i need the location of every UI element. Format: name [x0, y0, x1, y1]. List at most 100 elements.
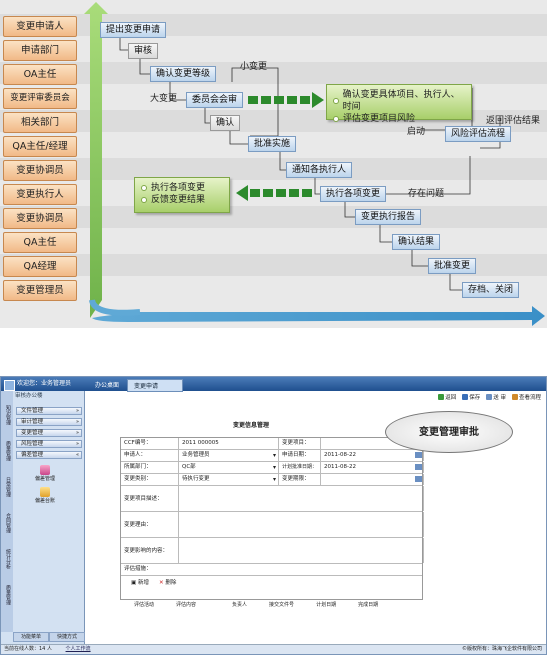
deviation-manage-shortcut[interactable]: 偏差管理 — [35, 465, 55, 482]
copyright: ©版权所有：珠海飞企软件有限公司 — [461, 646, 542, 652]
calendar-icon[interactable] — [415, 476, 422, 482]
calendar-icon[interactable] — [415, 452, 422, 458]
step-execution-report: 变更执行报告 — [355, 209, 422, 225]
vtab[interactable]: 统计分析 — [2, 549, 12, 569]
field-label: 变更影响的内容： — [121, 538, 179, 563]
grid-col: 评估活动 — [134, 602, 155, 608]
grid-col: 负责人 — [232, 602, 248, 608]
delete-icon: ✕ — [159, 580, 164, 586]
menu-change[interactable]: 变更管理 » — [16, 429, 82, 437]
vtab[interactable]: 日常管理 — [2, 477, 12, 497]
chevron-icon: » — [75, 408, 79, 414]
submit-review-button[interactable]: 送 审 — [486, 393, 506, 401]
menu-label: 风险管理 — [21, 441, 44, 447]
workflow-link[interactable]: 个人工作流 — [66, 646, 91, 652]
status-bar: 当前在线人数：14 人 个人工作流 ©版权所有：珠海飞企软件有限公司 — [1, 644, 546, 654]
form-row: CCF编号： 2011 000005 变更项目： — [121, 438, 424, 450]
back-button[interactable]: 返回 — [438, 393, 456, 401]
box-line: 执行各项变更 — [151, 183, 206, 193]
chevron-icon: » — [75, 419, 79, 425]
menu-label: 审计管理 — [21, 419, 44, 425]
save-button[interactable]: 保存 — [462, 393, 480, 401]
box-line: 确认变更具体项目、执行人、时间 — [342, 90, 460, 112]
grid-col: 完成日期 — [358, 602, 379, 608]
step-committee-review: 委员会会审 — [186, 92, 244, 108]
grid-toolbar: ▣ 新增 ✕ 删除 — [121, 576, 422, 588]
tab-desktop[interactable]: 办公桌面 — [89, 379, 125, 392]
label-return-result: 返回评估结果 — [486, 116, 541, 126]
plan-date-input[interactable]: 2011-08-22 — [321, 462, 424, 473]
menu-risk[interactable]: 风险管理 » — [16, 440, 82, 448]
execute-feedback-box: 执行各项变更 反馈变更结果 — [134, 177, 230, 213]
grid-col: 计划日期 — [316, 602, 337, 608]
form-row: 变更类别： 待执行变更 变更期限： — [121, 474, 424, 486]
calendar-icon[interactable] — [415, 464, 422, 470]
menu-label: 文件管理 — [21, 408, 44, 414]
impact-textarea[interactable] — [179, 538, 424, 563]
form-row: 申请人： 业务管理员 申请日期： 2011-08-22 — [121, 450, 424, 462]
change-info-form: CCF编号： 2011 000005 变更项目： 申请人： 业务管理员 申请日期… — [120, 437, 424, 600]
delete-button[interactable]: ✕ 删除 — [159, 578, 176, 586]
menu-audit[interactable]: 审计管理 » — [16, 418, 82, 426]
tab-shortcuts[interactable]: 快捷方式 — [49, 632, 85, 642]
label-minor-change: 小变更 — [240, 62, 268, 72]
label-start: 启动 — [407, 127, 426, 137]
tab-bar: 办公桌面 变更申请 — [89, 379, 184, 392]
user-icon — [4, 380, 15, 391]
field-label: CCF编号： — [121, 438, 179, 449]
menu-file[interactable]: 文件管理 » — [16, 407, 82, 415]
tab-change-request[interactable]: 变更申请 — [127, 379, 184, 392]
menu-label: 变更管理 — [21, 430, 44, 436]
menu-deviation[interactable]: 偏差管理 « — [16, 451, 82, 459]
deviation-icon — [40, 465, 50, 475]
bottom-tabs: 功能菜单 快捷方式 — [13, 632, 85, 642]
online-count: 当前在线人数：14 人 — [4, 646, 52, 652]
add-button[interactable]: ▣ 新增 — [131, 578, 149, 586]
apply-date-input[interactable]: 2011-08-22 — [321, 450, 424, 461]
vtab[interactable]: 质量管理 — [2, 441, 12, 461]
view-flow-button[interactable]: 查看流程 — [511, 393, 541, 401]
bullet-icon — [141, 185, 147, 191]
tab-function-menu[interactable]: 功能菜单 — [13, 632, 49, 642]
bullet-icon — [141, 197, 147, 203]
form-row: 所属部门： QC部 计划批准日期： 2011-08-22 — [121, 462, 424, 474]
field-label: 变更项目： — [279, 438, 321, 449]
label-issue: 存在问题 — [408, 189, 445, 199]
field-label: 申请日期： — [279, 450, 321, 461]
field-label: 变更理由： — [121, 512, 179, 537]
step-submit-request: 提出变更申请 — [100, 22, 167, 38]
ccf-input[interactable]: 2011 000005 — [179, 438, 279, 449]
applicant-select[interactable]: 业务管理员 — [179, 450, 279, 461]
back-icon — [438, 394, 445, 400]
form-title: 变更信息管理 — [233, 422, 270, 429]
connector-lines — [84, 2, 545, 326]
field-label: 申请人： — [121, 450, 179, 461]
chevron-icon: » — [75, 441, 79, 447]
form-row: 变更理由： — [121, 512, 424, 538]
field-label: 变更项目描述： — [121, 486, 179, 511]
vtab[interactable]: 合同管理 — [2, 513, 12, 533]
user-line: 欢迎您：业务管理员 — [17, 380, 72, 387]
vtab[interactable]: 知识管理 — [2, 405, 12, 425]
description-textarea[interactable] — [179, 486, 424, 511]
toolbar: 返回 保存 送 审 查看流程 — [438, 393, 541, 401]
field-label: 变更类别： — [121, 474, 179, 485]
reason-textarea[interactable] — [179, 512, 424, 537]
shortcut-label: 偏差管理 — [35, 476, 56, 482]
type-select[interactable]: 待执行变更 — [179, 474, 279, 485]
dept-select[interactable]: QC部 — [179, 462, 279, 473]
shortcut-label: 偏差台账 — [35, 498, 56, 504]
send-icon — [486, 394, 493, 400]
step-execute-changes: 执行各项变更 — [320, 186, 387, 202]
box-line: 评估变更项目风险 — [343, 114, 416, 124]
field-label: 变更期限： — [279, 474, 321, 485]
deadline-input[interactable] — [321, 474, 424, 485]
app-window: 欢迎您：业务管理员 办公桌面 变更申请 审核办公楼 知识管理 质量管理 日常管理… — [0, 376, 547, 655]
deviation-ledger-shortcut[interactable]: 偏差台账 — [35, 487, 55, 504]
callout-change-approval: 变更管理审批 — [385, 411, 513, 453]
bullet-icon — [333, 116, 339, 122]
vtab[interactable]: 质量管理 — [2, 585, 12, 605]
save-icon — [462, 394, 469, 400]
step-approve-implementation: 批准实施 — [248, 136, 297, 152]
step-confirm-result: 确认结果 — [392, 234, 441, 250]
